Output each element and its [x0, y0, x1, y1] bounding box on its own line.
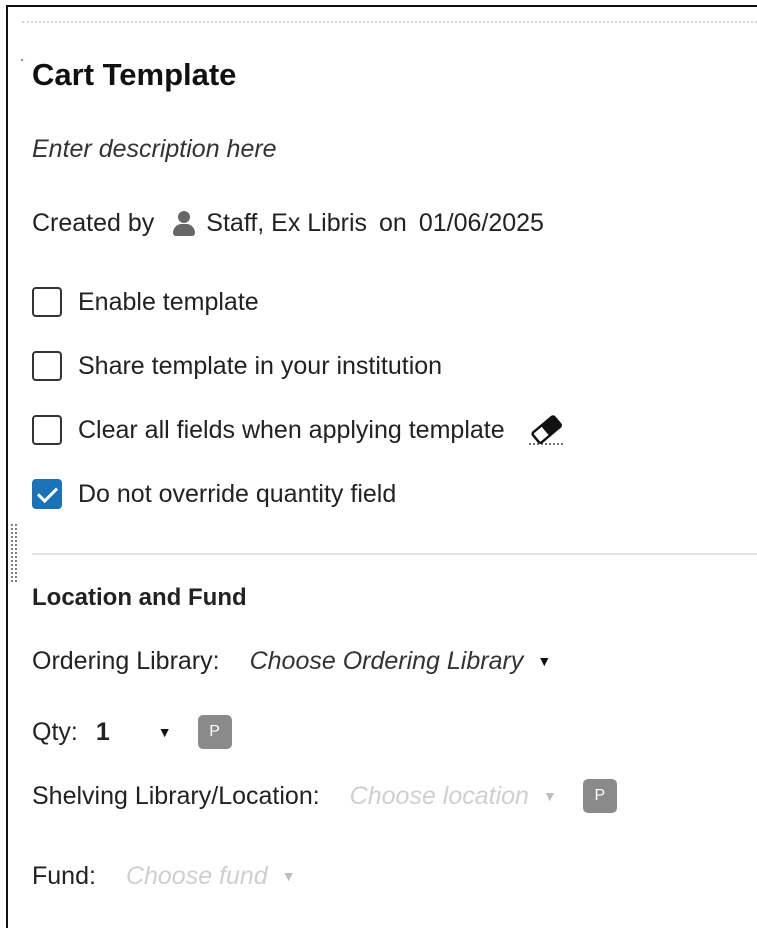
do-not-override-qty-checkbox[interactable] — [32, 479, 62, 509]
ordering-library-dropdown[interactable]: Choose Ordering Library ▼ — [250, 647, 552, 676]
qty-p-badge[interactable]: P — [197, 715, 232, 749]
clear-fields-option[interactable]: Clear all fields when applying template — [32, 413, 567, 447]
fund-field: Fund: Choose fund ▼ — [32, 859, 296, 893]
enable-template-option[interactable]: Enable template — [32, 285, 259, 319]
description-field[interactable]: Enter description here — [32, 135, 277, 164]
created-on-label: on — [379, 208, 407, 237]
do-not-override-qty-option[interactable]: Do not override quantity field — [32, 477, 396, 511]
creator-name: Staff, Ex Libris — [206, 208, 368, 237]
chevron-down-icon: ▼ — [542, 788, 557, 804]
top-dotted-border — [22, 21, 757, 23]
chevron-down-icon: ▼ — [157, 724, 172, 740]
qty-field: Qty: 1 ▼ P — [32, 714, 232, 750]
chevron-down-icon: ▼ — [537, 653, 552, 669]
created-date: 01/06/2025 — [418, 208, 544, 237]
shelving-location-label: Shelving Library/Location: — [32, 781, 320, 810]
ordering-library-label: Ordering Library: — [32, 646, 220, 675]
fund-placeholder: Choose fund — [125, 861, 268, 890]
chevron-down-icon: ▼ — [281, 868, 296, 884]
enable-template-label: Enable template — [78, 287, 259, 316]
qty-dropdown[interactable]: 1 ▼ — [78, 718, 172, 747]
share-template-checkbox[interactable] — [32, 351, 62, 381]
eraser-icon — [527, 414, 567, 446]
person-icon — [172, 208, 196, 238]
ordering-library-placeholder: Choose Ordering Library — [249, 646, 524, 675]
shelving-location-placeholder: Choose location — [349, 781, 529, 810]
fund-label: Fund: — [32, 861, 96, 890]
share-template-option[interactable]: Share template in your institution — [32, 349, 442, 383]
shelving-location-field: Shelving Library/Location: Choose locati… — [32, 778, 617, 814]
created-by-label: Created by — [32, 208, 155, 237]
share-template-label: Share template in your institution — [78, 351, 443, 380]
clear-fields-label: Clear all fields when applying template — [78, 415, 505, 444]
shelving-location-dropdown[interactable]: Choose location ▼ — [350, 782, 557, 811]
qty-label: Qty: — [32, 717, 78, 746]
section-title: Location and Fund — [32, 584, 247, 611]
marker-dot — [21, 59, 23, 61]
ordering-library-field: Ordering Library: Choose Ordering Librar… — [32, 644, 551, 678]
do-not-override-qty-label: Do not override quantity field — [78, 479, 397, 508]
created-by-line: Created by Staff, Ex Libris on 01/06/202… — [32, 206, 544, 240]
fund-dropdown[interactable]: Choose fund ▼ — [126, 862, 296, 891]
enable-template-checkbox[interactable] — [32, 287, 62, 317]
drag-handle[interactable] — [10, 523, 18, 583]
cart-template-panel: Cart Template Enter description here Cre… — [6, 5, 757, 928]
page-title: Cart Template — [32, 57, 237, 92]
clear-fields-checkbox[interactable] — [32, 415, 62, 445]
qty-value: 1 — [95, 717, 110, 746]
shelving-p-badge[interactable]: P — [582, 779, 617, 813]
section-divider — [32, 553, 757, 555]
